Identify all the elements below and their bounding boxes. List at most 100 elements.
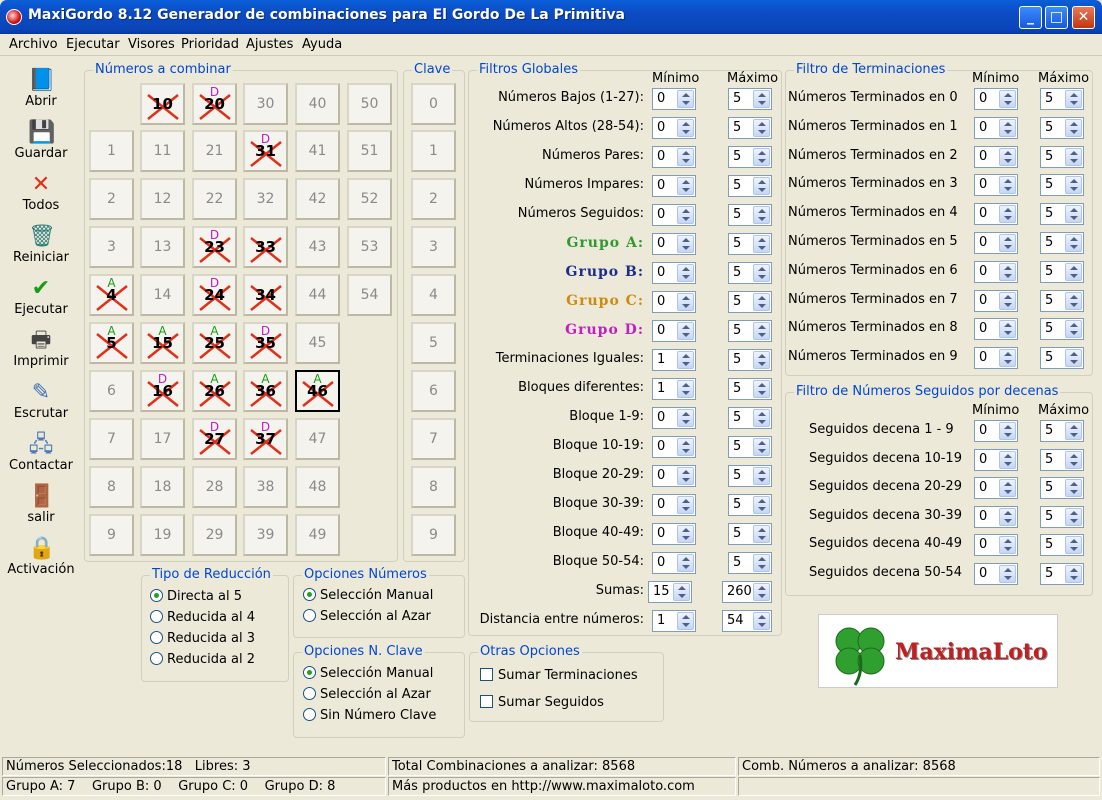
number-button-35[interactable]: D 35 (243, 322, 288, 364)
number-button-18[interactable]: 18 (140, 466, 185, 508)
min-value[interactable]: 0 (979, 293, 987, 308)
max-value[interactable]: 5 (733, 468, 741, 483)
min-value[interactable]: 0 (979, 149, 987, 164)
number-button-16[interactable]: D 16 (140, 370, 185, 412)
spin-arrows-icon[interactable] (1065, 234, 1082, 252)
spin-arrows-icon[interactable] (677, 293, 694, 311)
filtros-globales-max-spinner-8[interactable]: 5 (728, 320, 772, 342)
spin-arrows-icon[interactable] (753, 235, 770, 253)
filtro-terminaciones-max-spinner-9[interactable]: 5 (1040, 347, 1084, 370)
number-button-1[interactable]: 1 (89, 130, 134, 172)
spin-arrows-icon[interactable] (1065, 291, 1082, 310)
number-button-7[interactable]: 7 (89, 418, 134, 460)
min-value[interactable]: 0 (979, 177, 987, 192)
spin-arrows-icon[interactable] (999, 536, 1016, 555)
filtros-globales-max-spinner-6[interactable]: 5 (728, 262, 772, 284)
spin-arrows-icon[interactable] (677, 467, 694, 485)
number-button-23[interactable]: D 23 (192, 226, 237, 268)
spin-arrows-icon[interactable] (1065, 479, 1082, 498)
filtros-globales-min-spinner-7[interactable]: 0 (652, 291, 696, 313)
filtro-terminaciones-min-spinner-8[interactable]: 0 (974, 318, 1018, 341)
number-button-24[interactable]: D 24 (192, 274, 237, 316)
toolbar-todos-button[interactable]: ✕ Todos (4, 172, 78, 213)
min-value[interactable]: 0 (979, 206, 987, 221)
max-value[interactable]: 5 (733, 236, 741, 251)
min-value[interactable]: 0 (657, 294, 665, 309)
min-value[interactable]: 0 (657, 149, 665, 164)
spin-arrows-icon[interactable] (753, 380, 770, 398)
spin-arrows-icon[interactable] (1065, 147, 1082, 166)
max-value[interactable]: 5 (733, 149, 741, 164)
filtro-terminaciones-max-spinner-1[interactable]: 5 (1040, 116, 1084, 139)
clave-button-2[interactable]: 2 (411, 178, 456, 220)
filtros-globales-max-spinner-5[interactable]: 5 (728, 233, 772, 255)
number-button-52[interactable]: 52 (347, 178, 392, 220)
spin-arrows-icon[interactable] (1065, 349, 1082, 368)
max-value[interactable]: 5 (733, 381, 741, 396)
number-button-13[interactable]: 13 (140, 226, 185, 268)
close-button[interactable]: ✕ (1072, 6, 1095, 29)
filtros-globales-min-spinner-2[interactable]: 0 (652, 146, 696, 168)
filtros-globales-max-spinner-11[interactable]: 5 (728, 407, 772, 429)
max-value[interactable]: 5 (1045, 264, 1053, 279)
spin-arrows-icon[interactable] (673, 583, 690, 601)
min-value[interactable]: 0 (657, 526, 665, 541)
filtros-globales-min-spinner-15[interactable]: 0 (652, 523, 696, 545)
radio-circle-icon[interactable] (303, 666, 316, 679)
title-bar[interactable]: MaxiGordo 8.12 Generador de combinacione… (0, 0, 1102, 34)
spin-arrows-icon[interactable] (999, 507, 1016, 526)
tipo-reduccion-option-0[interactable]: Directa al 5 (150, 589, 242, 604)
filtro-seguidos-max-spinner-0[interactable]: 5 (1040, 420, 1084, 442)
max-value[interactable]: 5 (1045, 566, 1053, 581)
filtro-seguidos-min-spinner-2[interactable]: 0 (974, 477, 1018, 500)
filtro-seguidos-max-spinner-4[interactable]: 5 (1040, 534, 1084, 557)
spin-arrows-icon[interactable] (999, 176, 1016, 195)
spin-arrows-icon[interactable] (999, 450, 1016, 469)
number-button-5[interactable]: A5 (89, 322, 134, 364)
max-value[interactable]: 5 (733, 352, 741, 367)
menu-visores[interactable]: Visores (128, 37, 175, 52)
minimize-button[interactable]: _ (1019, 6, 1042, 29)
min-value[interactable]: 0 (979, 509, 987, 524)
spin-arrows-icon[interactable] (753, 496, 770, 514)
filtro-seguidos-min-spinner-4[interactable]: 0 (974, 534, 1018, 557)
number-button-8[interactable]: 8 (89, 466, 134, 508)
number-button-6[interactable]: 6 (89, 370, 134, 412)
spin-arrows-icon[interactable] (753, 467, 770, 485)
min-value[interactable]: 0 (979, 480, 987, 495)
filtros-globales-max-spinner-7[interactable]: 5 (728, 291, 772, 313)
number-button-47[interactable]: 47 (295, 418, 340, 460)
filtro-terminaciones-max-spinner-6[interactable]: 5 (1040, 260, 1084, 283)
number-button-32[interactable]: 32 (243, 178, 288, 220)
filtros-globales-max-spinner-3[interactable]: 5 (728, 175, 772, 197)
toolbar-contactar-button[interactable]: 🖧 Contactar (4, 432, 78, 473)
number-button-9[interactable]: 9 (89, 514, 134, 556)
number-button-2[interactable]: 2 (89, 178, 134, 220)
max-value[interactable]: 5 (733, 265, 741, 280)
filtro-terminaciones-max-spinner-0[interactable]: 5 (1040, 88, 1084, 110)
filtros-globales-min-spinner-12[interactable]: 0 (652, 436, 696, 458)
number-button-20[interactable]: D 20 (192, 83, 237, 125)
max-value[interactable]: 5 (733, 178, 741, 193)
min-value[interactable]: 0 (979, 423, 987, 438)
number-button-27[interactable]: D 27 (192, 418, 237, 460)
min-value[interactable]: 15 (653, 584, 670, 599)
min-value[interactable]: 0 (657, 439, 665, 454)
spin-arrows-icon[interactable] (753, 612, 770, 630)
menu-ajustes[interactable]: Ajustes (246, 37, 293, 52)
min-value[interactable]: 0 (657, 497, 665, 512)
toolbar-abrir-button[interactable]: 📘 Abrir (4, 68, 78, 109)
filtro-seguidos-max-spinner-2[interactable]: 5 (1040, 477, 1084, 500)
max-value[interactable]: 5 (733, 207, 741, 222)
filtro-terminaciones-max-spinner-4[interactable]: 5 (1040, 203, 1084, 226)
spin-arrows-icon[interactable] (999, 291, 1016, 310)
filtro-terminaciones-min-spinner-5[interactable]: 0 (974, 232, 1018, 254)
min-value[interactable]: 0 (979, 566, 987, 581)
filtros-globales-min-spinner-9[interactable]: 1 (652, 349, 696, 371)
min-value[interactable]: 0 (979, 350, 987, 365)
min-value[interactable]: 0 (657, 91, 665, 106)
max-value[interactable]: 5 (733, 497, 741, 512)
toolbar-imprimir-button[interactable]: 🖶 Imprimir (4, 328, 78, 369)
filtro-terminaciones-max-spinner-5[interactable]: 5 (1040, 232, 1084, 254)
spin-arrows-icon[interactable] (999, 234, 1016, 252)
